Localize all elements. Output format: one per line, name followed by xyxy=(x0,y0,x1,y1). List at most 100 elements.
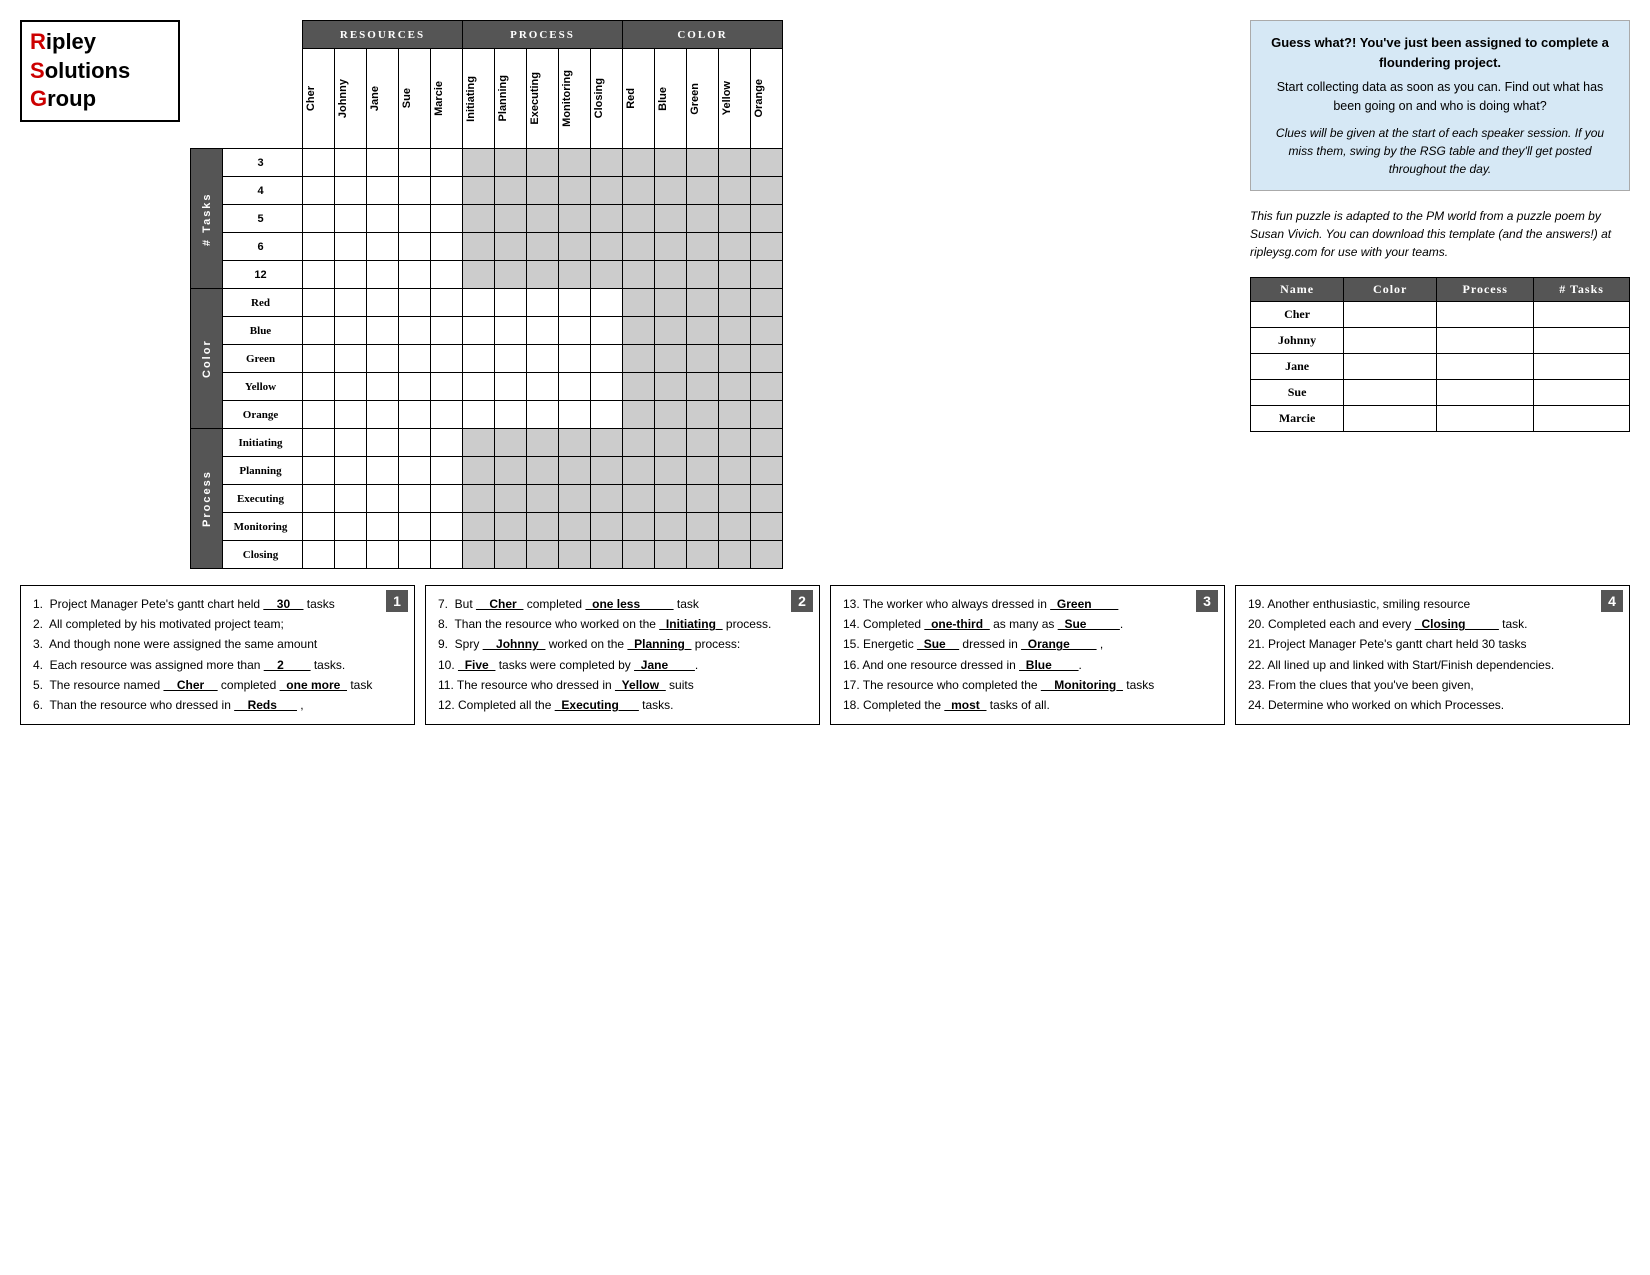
cell-cblue-cher[interactable] xyxy=(303,317,335,345)
cell-pmon-sue[interactable] xyxy=(399,513,431,541)
summary-color-marcie[interactable] xyxy=(1344,405,1437,431)
summary-process-sue[interactable] xyxy=(1437,379,1534,405)
summary-process-jane[interactable] xyxy=(1437,353,1534,379)
cell-pmon-cher[interactable] xyxy=(303,513,335,541)
cell-pclos-sue[interactable] xyxy=(399,541,431,569)
cell-cblue-mon[interactable] xyxy=(559,317,591,345)
cell-pmon-marcie[interactable] xyxy=(431,513,463,541)
cell-t3-marcie[interactable] xyxy=(431,149,463,177)
cell-t12-cher[interactable] xyxy=(303,261,335,289)
cell-cyellow-cher[interactable] xyxy=(303,373,335,401)
cell-t3-cher[interactable] xyxy=(303,149,335,177)
cell-cblue-jane[interactable] xyxy=(367,317,399,345)
cell-pplan-johnny[interactable] xyxy=(335,457,367,485)
summary-color-sue[interactable] xyxy=(1344,379,1437,405)
cell-cgreen-mon[interactable] xyxy=(559,345,591,373)
cell-pinit-sue[interactable] xyxy=(399,429,431,457)
cell-pclos-jane[interactable] xyxy=(367,541,399,569)
cell-t12-johnny[interactable] xyxy=(335,261,367,289)
summary-tasks-marcie[interactable] xyxy=(1534,405,1630,431)
cell-cred-johnny[interactable] xyxy=(335,289,367,317)
cell-t3-jane[interactable] xyxy=(367,149,399,177)
summary-tasks-sue[interactable] xyxy=(1534,379,1630,405)
cell-corange-jane[interactable] xyxy=(367,401,399,429)
summary-tasks-jane[interactable] xyxy=(1534,353,1630,379)
cell-cyellow-jane[interactable] xyxy=(367,373,399,401)
cell-cgreen-clos[interactable] xyxy=(591,345,623,373)
cell-cred-jane[interactable] xyxy=(367,289,399,317)
cell-pinit-marcie[interactable] xyxy=(431,429,463,457)
cell-cblue-init[interactable] xyxy=(463,317,495,345)
cell-t6-jane[interactable] xyxy=(367,233,399,261)
cell-pclos-cher[interactable] xyxy=(303,541,335,569)
cell-t12-sue[interactable] xyxy=(399,261,431,289)
cell-cblue-exec[interactable] xyxy=(527,317,559,345)
cell-cred-cher[interactable] xyxy=(303,289,335,317)
cell-t4-marcie[interactable] xyxy=(431,177,463,205)
cell-cyellow-init[interactable] xyxy=(463,373,495,401)
cell-cgreen-plan[interactable] xyxy=(495,345,527,373)
cell-cyellow-clos[interactable] xyxy=(591,373,623,401)
cell-pexec-marcie[interactable] xyxy=(431,485,463,513)
cell-pclos-johnny[interactable] xyxy=(335,541,367,569)
summary-tasks-johnny[interactable] xyxy=(1534,327,1630,353)
summary-process-johnny[interactable] xyxy=(1437,327,1534,353)
cell-t3-sue[interactable] xyxy=(399,149,431,177)
cell-pexec-cher[interactable] xyxy=(303,485,335,513)
cell-t12-marcie[interactable] xyxy=(431,261,463,289)
cell-t5-marcie[interactable] xyxy=(431,205,463,233)
cell-t5-cher[interactable] xyxy=(303,205,335,233)
cell-t4-johnny[interactable] xyxy=(335,177,367,205)
cell-t6-marcie[interactable] xyxy=(431,233,463,261)
cell-t6-cher[interactable] xyxy=(303,233,335,261)
cell-corange-marcie[interactable] xyxy=(431,401,463,429)
cell-t12-jane[interactable] xyxy=(367,261,399,289)
cell-cyellow-mon[interactable] xyxy=(559,373,591,401)
cell-cgreen-exec[interactable] xyxy=(527,345,559,373)
cell-t4-jane[interactable] xyxy=(367,177,399,205)
cell-pexec-sue[interactable] xyxy=(399,485,431,513)
cell-corange-exec[interactable] xyxy=(527,401,559,429)
cell-cgreen-jane[interactable] xyxy=(367,345,399,373)
cell-pinit-cher[interactable] xyxy=(303,429,335,457)
cell-cred-exec[interactable] xyxy=(527,289,559,317)
cell-t6-sue[interactable] xyxy=(399,233,431,261)
cell-cyellow-exec[interactable] xyxy=(527,373,559,401)
cell-t5-sue[interactable] xyxy=(399,205,431,233)
cell-cred-clos[interactable] xyxy=(591,289,623,317)
cell-corange-mon[interactable] xyxy=(559,401,591,429)
cell-cred-init[interactable] xyxy=(463,289,495,317)
cell-cgreen-cher[interactable] xyxy=(303,345,335,373)
cell-t5-jane[interactable] xyxy=(367,205,399,233)
cell-cblue-marcie[interactable] xyxy=(431,317,463,345)
summary-process-cher[interactable] xyxy=(1437,301,1534,327)
summary-color-jane[interactable] xyxy=(1344,353,1437,379)
cell-pexec-jane[interactable] xyxy=(367,485,399,513)
cell-corange-cher[interactable] xyxy=(303,401,335,429)
cell-t5-johnny[interactable] xyxy=(335,205,367,233)
cell-corange-johnny[interactable] xyxy=(335,401,367,429)
cell-pplan-sue[interactable] xyxy=(399,457,431,485)
cell-t6-johnny[interactable] xyxy=(335,233,367,261)
cell-pexec-johnny[interactable] xyxy=(335,485,367,513)
cell-cyellow-plan[interactable] xyxy=(495,373,527,401)
cell-cyellow-sue[interactable] xyxy=(399,373,431,401)
cell-pmon-johnny[interactable] xyxy=(335,513,367,541)
cell-cyellow-marcie[interactable] xyxy=(431,373,463,401)
cell-t4-cher[interactable] xyxy=(303,177,335,205)
cell-cred-marcie[interactable] xyxy=(431,289,463,317)
cell-pinit-johnny[interactable] xyxy=(335,429,367,457)
cell-cyellow-johnny[interactable] xyxy=(335,373,367,401)
cell-t3-johnny[interactable] xyxy=(335,149,367,177)
cell-cred-mon[interactable] xyxy=(559,289,591,317)
cell-pplan-jane[interactable] xyxy=(367,457,399,485)
cell-corange-init[interactable] xyxy=(463,401,495,429)
cell-cgreen-init[interactable] xyxy=(463,345,495,373)
cell-t4-sue[interactable] xyxy=(399,177,431,205)
summary-process-marcie[interactable] xyxy=(1437,405,1534,431)
cell-cgreen-sue[interactable] xyxy=(399,345,431,373)
cell-pclos-marcie[interactable] xyxy=(431,541,463,569)
cell-corange-sue[interactable] xyxy=(399,401,431,429)
cell-cblue-clos[interactable] xyxy=(591,317,623,345)
cell-pmon-jane[interactable] xyxy=(367,513,399,541)
